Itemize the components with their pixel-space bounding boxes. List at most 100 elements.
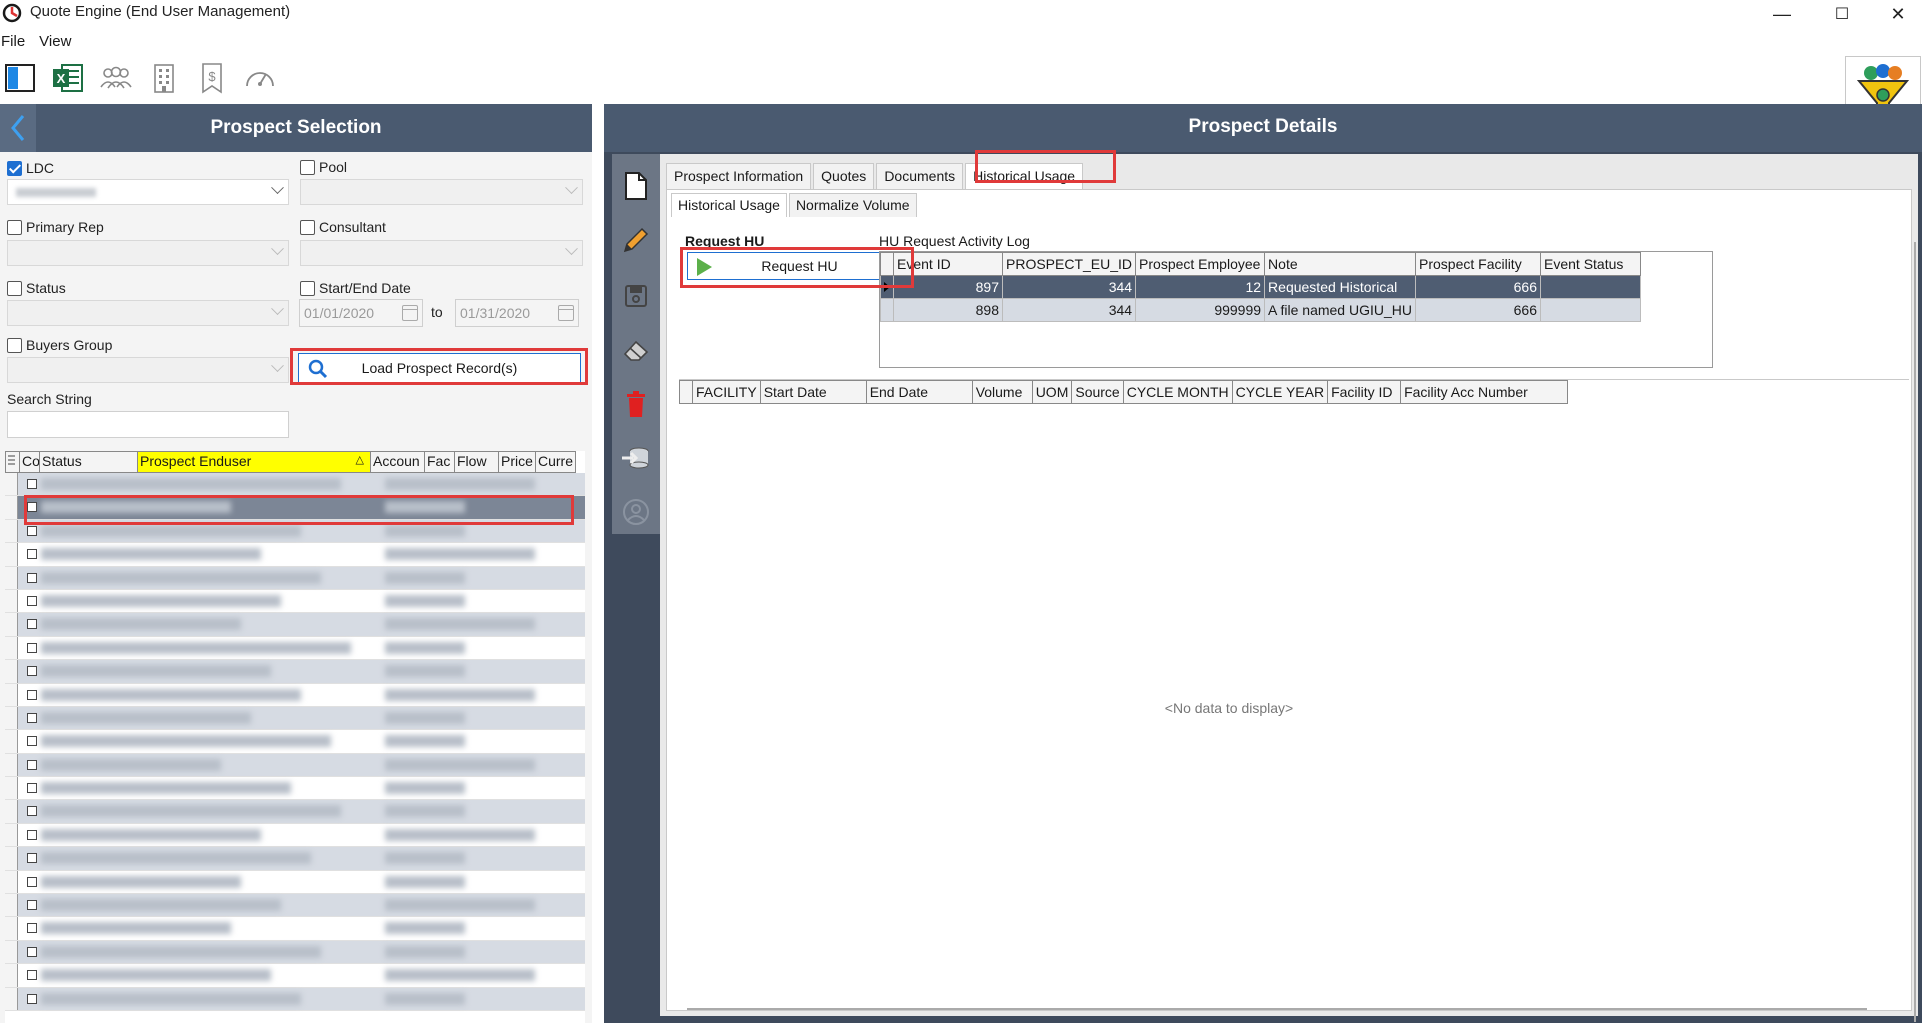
table-row[interactable] [5,777,585,801]
bookmark-dollar-icon[interactable]: $ [194,58,230,98]
grid-options-icon[interactable] [679,380,693,404]
row-checkbox[interactable] [27,595,37,606]
consultant-select[interactable] [300,240,583,266]
row-checkbox[interactable] [27,900,37,911]
collapse-panel-button[interactable] [0,104,36,152]
col-co[interactable]: Co [20,451,40,473]
col-flow[interactable]: Flow [455,451,499,473]
save-button[interactable] [612,272,660,320]
row-checkbox[interactable] [27,759,37,770]
subtab-historical-usage[interactable]: Historical Usage [671,193,787,217]
col-event-status[interactable]: Event Status [1540,252,1641,276]
transfer-button[interactable] [612,434,660,482]
load-prospect-records-button[interactable]: Load Prospect Record(s) [298,353,581,383]
row-checkbox[interactable] [27,806,37,817]
status-select[interactable] [7,300,289,326]
consultant-checkbox[interactable] [300,219,315,235]
table-row[interactable] [5,683,585,707]
col-volume[interactable]: Volume [971,380,1033,404]
buyers-group-checkbox[interactable] [7,337,22,353]
col-facility-acc-number[interactable]: Facility Acc Number [1400,380,1569,404]
clear-button[interactable] [612,326,660,374]
row-checkbox[interactable] [27,572,37,583]
row-checkbox[interactable] [27,689,37,700]
table-row[interactable] [5,847,585,871]
col-cycle-month[interactable]: CYCLE MONTH [1122,380,1233,404]
user-remove-button[interactable] [612,488,660,536]
cell-event-id[interactable]: 897 [893,275,1003,299]
row-checkbox[interactable] [27,666,37,677]
dashboard-gauge-icon[interactable] [242,58,278,98]
cell-eu-id[interactable]: 344 [1001,275,1137,299]
table-row[interactable] [5,496,585,520]
calendar-icon[interactable] [402,305,418,321]
grid-options-icon[interactable] [880,252,894,276]
col-source[interactable]: Source [1071,380,1124,404]
menu-view[interactable]: View [39,32,71,54]
ldc-filter[interactable]: LDC [7,160,54,176]
col-price[interactable]: Price [499,451,536,473]
cell-note[interactable]: A file named UGIU_HU [1264,298,1416,322]
cell-event-id[interactable]: 898 [893,298,1003,322]
start-end-date-filter[interactable]: Start/End Date [300,280,411,296]
col-prospect-facility[interactable]: Prospect Facility [1415,252,1541,276]
table-row[interactable] [5,753,585,778]
subtab-normalize-volume[interactable]: Normalize Volume [788,193,917,217]
horizontal-scrollbar[interactable] [687,1008,1867,1010]
primary-rep-select[interactable] [7,240,289,266]
table-row[interactable] [5,940,585,965]
tab-documents[interactable]: Documents [876,163,964,189]
cell-status[interactable] [1540,275,1641,299]
table-row[interactable]: 898 344 999999 A file named UGIU_HU 666 [880,298,1641,322]
row-checkbox[interactable] [27,525,37,536]
row-checkbox[interactable] [27,479,37,489]
users-group-icon[interactable] [98,58,134,98]
vertical-scrollbar[interactable] [1914,242,1916,1022]
table-row[interactable] [5,706,585,731]
panel-layout-icon[interactable] [2,58,38,98]
buyers-group-select[interactable] [7,357,289,383]
table-row[interactable] [5,730,585,754]
col-prospect-enduser[interactable]: Prospect Enduser △ [138,451,371,473]
minimize-button[interactable]: — [1752,0,1812,28]
table-row[interactable] [5,473,585,497]
row-checkbox[interactable] [27,853,37,864]
table-row[interactable] [5,917,585,941]
maximize-button[interactable]: ☐ [1812,0,1872,28]
pool-filter[interactable]: Pool [300,159,347,175]
table-row[interactable] [5,987,585,1011]
consultant-filter[interactable]: Consultant [300,219,386,235]
status-filter[interactable]: Status [7,280,66,296]
row-checkbox[interactable] [27,712,37,723]
table-row[interactable] [5,636,585,661]
col-facility-id[interactable]: Facility ID [1327,380,1402,404]
cell-facility[interactable]: 666 [1415,298,1541,322]
col-currency[interactable]: Curre [536,451,576,473]
ldc-checkbox[interactable] [7,160,22,176]
row-checkbox[interactable] [27,736,37,747]
row-checkbox[interactable] [27,829,37,840]
building-icon[interactable] [146,58,182,98]
col-start-date[interactable]: Start Date [759,380,867,404]
table-row[interactable] [5,543,585,567]
row-checkbox[interactable] [27,970,37,981]
pool-checkbox[interactable] [300,159,315,175]
table-row[interactable] [5,566,585,590]
row-checkbox[interactable] [27,783,37,794]
col-prospect-employee[interactable]: Prospect Employee [1135,252,1266,276]
col-uom[interactable]: UOM [1031,380,1073,404]
table-row[interactable] [5,613,585,637]
table-row[interactable] [5,870,585,895]
col-prospect-eu-id[interactable]: PROSPECT_EU_ID [1001,252,1137,276]
row-checkbox[interactable] [27,549,37,560]
col-event-id[interactable]: Event ID [893,252,1003,276]
delete-button[interactable] [612,380,660,428]
cell-status[interactable] [1540,298,1641,322]
row-checkbox[interactable] [27,993,37,1004]
end-date-field[interactable]: 01/31/2020 [455,299,579,327]
table-row[interactable] [5,660,585,684]
col-facility[interactable]: FACILITY [692,380,761,404]
table-row[interactable] [5,519,585,544]
col-note[interactable]: Note [1264,252,1416,276]
tab-quotes[interactable]: Quotes [813,163,875,189]
